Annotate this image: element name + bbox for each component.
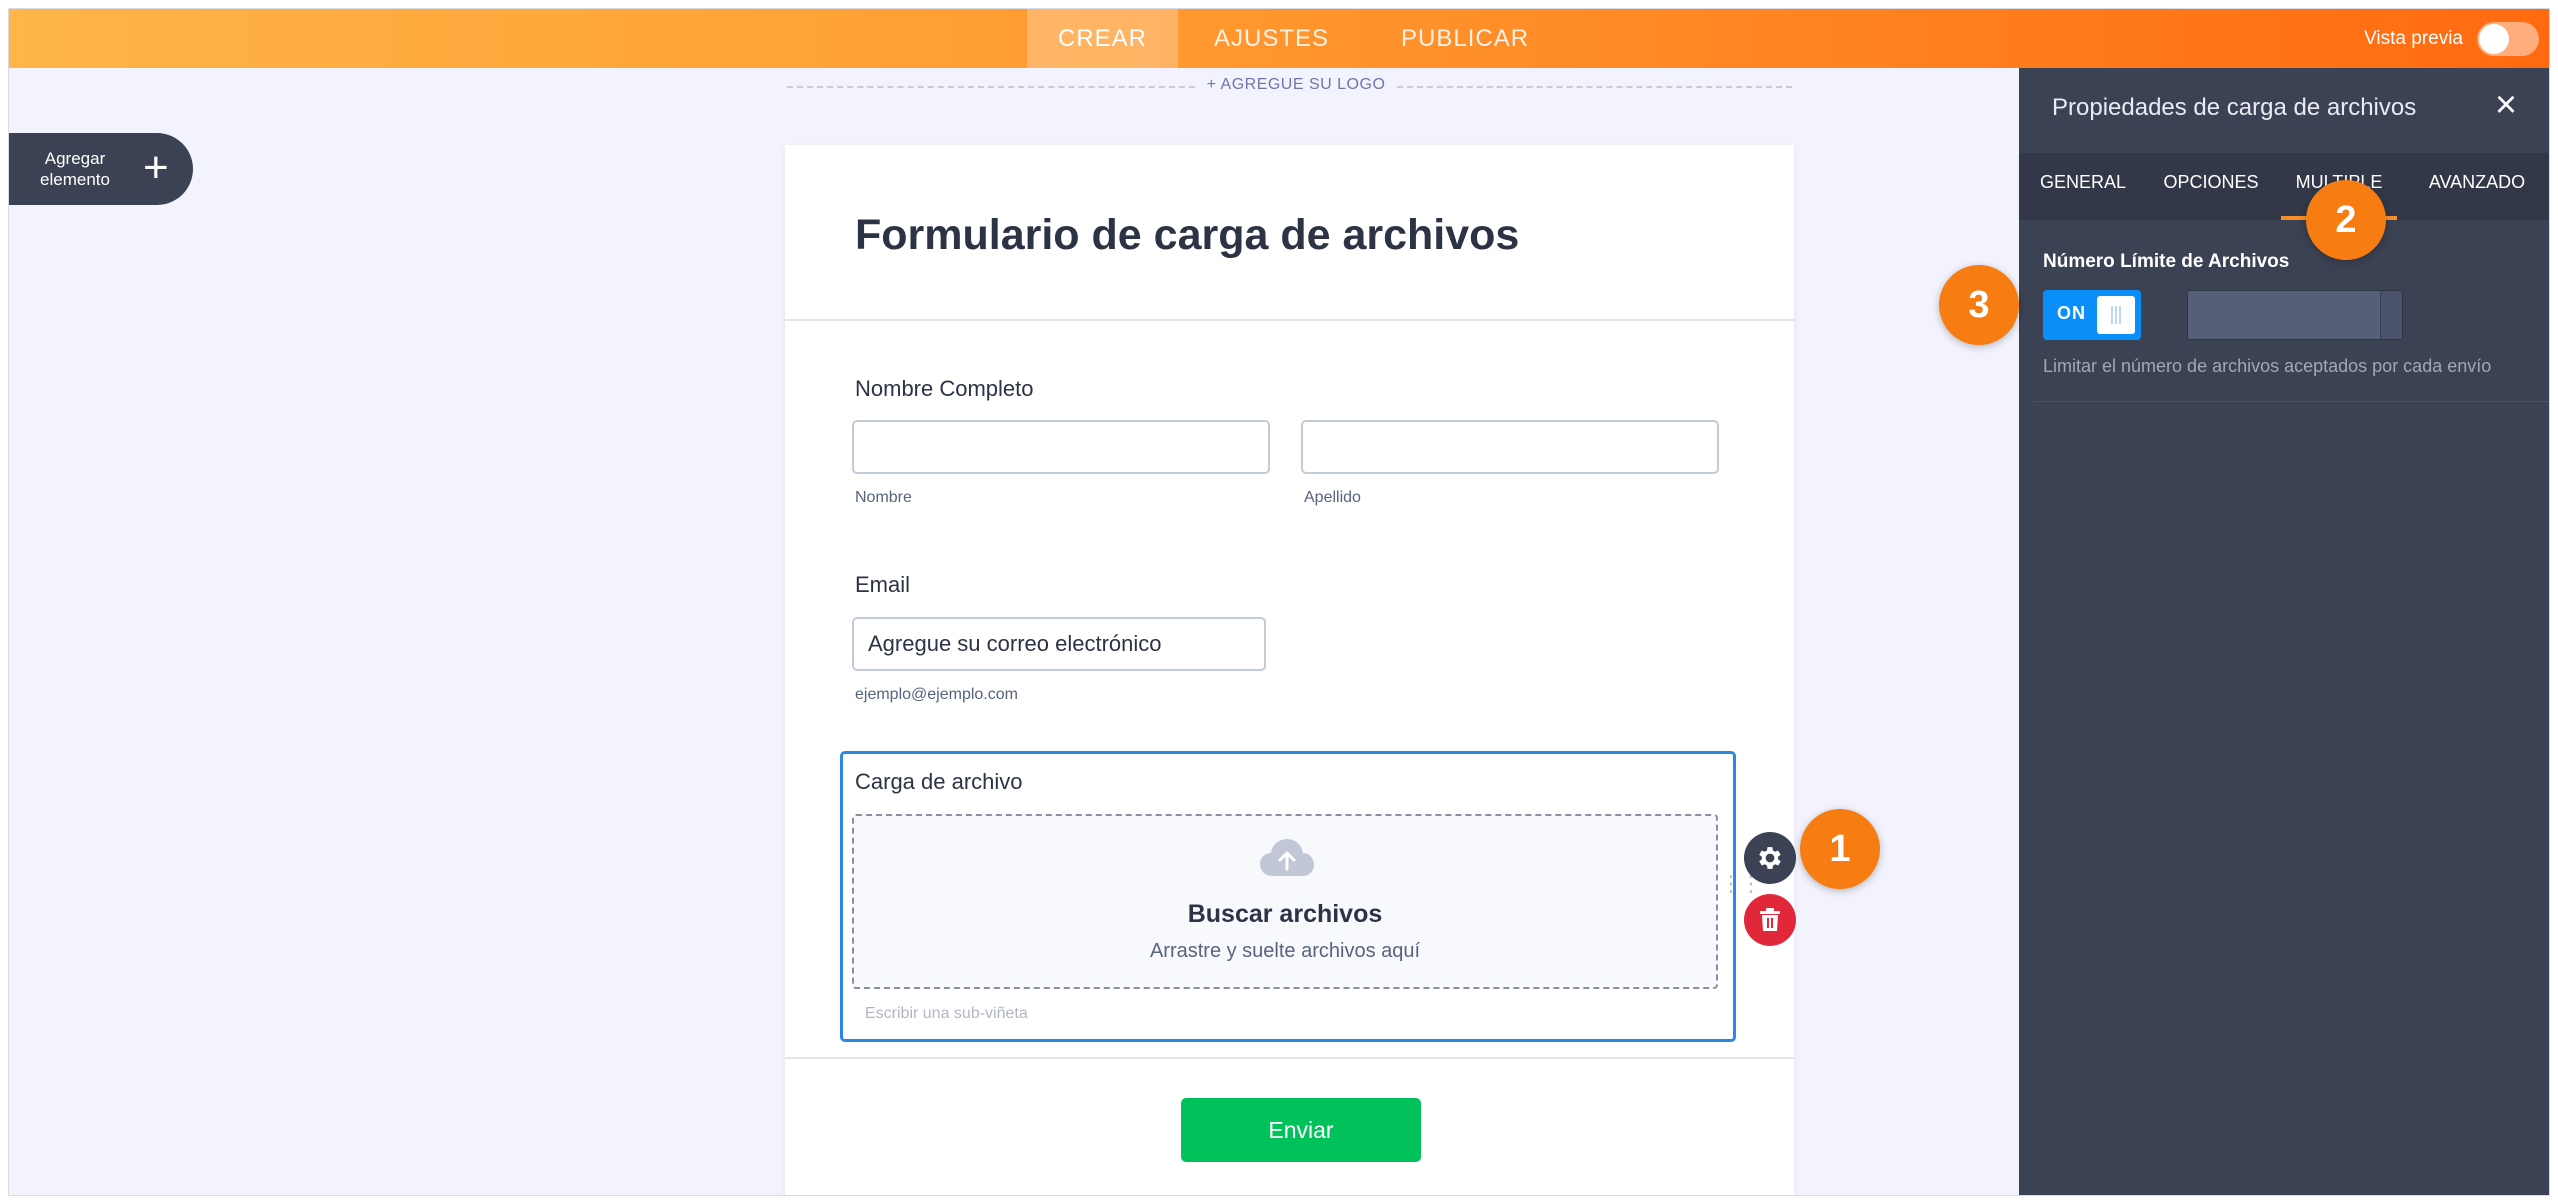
file-limit-input[interactable] <box>2187 290 2403 340</box>
email-label[interactable]: Email <box>855 572 910 598</box>
field-delete-button[interactable] <box>1744 894 1796 946</box>
toggle-on-text: ON <box>2057 303 2086 323</box>
app-window: CREAR AJUSTES PUBLICAR Vista previa + AG… <box>8 8 2550 1196</box>
file-limit-spinner[interactable] <box>2380 291 2402 339</box>
cloud-upload-icon <box>1260 839 1314 876</box>
field-settings-button[interactable] <box>1744 832 1796 884</box>
logo-divider-right <box>1397 86 1792 88</box>
preview-control: Vista previa <box>2364 9 2539 68</box>
logo-divider-left <box>787 86 1195 88</box>
email-sublabel: ejemplo@ejemplo.com <box>855 686 1018 703</box>
step-badge-3: 3 <box>1939 265 2019 345</box>
sublabel-input[interactable]: Escribir una sub-viñeta <box>865 1005 1028 1023</box>
add-element-label: Agregar elemento <box>9 148 141 190</box>
top-nav: CREAR AJUSTES PUBLICAR <box>1027 9 1565 68</box>
top-bar: CREAR AJUSTES PUBLICAR Vista previa <box>9 9 2549 68</box>
toggle-knob <box>2097 296 2135 334</box>
close-icon[interactable]: × <box>2489 86 2523 124</box>
panel-title: Propiedades de carga de archivos <box>2052 94 2417 121</box>
plus-icon: + <box>143 143 169 192</box>
form-title[interactable]: Formulario de carga de archivos <box>855 211 1519 260</box>
add-logo-link[interactable]: + AGREGUE SU LOGO <box>1201 76 1391 94</box>
panel-tab-opciones[interactable]: OPCIONES <box>2147 153 2275 220</box>
browse-files-title[interactable]: Buscar archivos <box>854 900 1716 929</box>
add-element-button[interactable]: Agregar elemento + <box>9 133 193 205</box>
properties-panel: Propiedades de carga de archivos × GENER… <box>2019 68 2549 1195</box>
file-limit-toggle[interactable]: ON <box>2043 290 2141 340</box>
panel-tab-avanzado[interactable]: AVANZADO <box>2403 153 2549 220</box>
trash-icon <box>1760 908 1780 931</box>
first-name-input[interactable] <box>852 420 1270 474</box>
add-element-label-line1: Agregar <box>44 149 106 168</box>
preview-label: Vista previa <box>2364 27 2463 49</box>
file-limit-description: Limitar el número de archivos aceptados … <box>2043 356 2492 376</box>
panel-tabs: GENERAL OPCIONES MULTIPLE AVANZADO <box>2019 153 2549 220</box>
last-name-input[interactable] <box>1301 420 1719 474</box>
tab-crear[interactable]: CREAR <box>1027 9 1178 68</box>
file-upload-label[interactable]: Carga de archivo <box>855 769 1023 795</box>
panel-tab-general[interactable]: GENERAL <box>2019 153 2147 220</box>
step-badge-1: 1 <box>1800 809 1880 889</box>
drag-handle-icon[interactable]: ⋮⋮ <box>1720 873 1762 895</box>
gear-icon <box>1759 847 1781 869</box>
preview-toggle-knob <box>2479 23 2509 54</box>
file-limit-title: Número Límite de Archivos <box>2043 251 2290 272</box>
form-card: Formulario de carga de archivos Nombre C… <box>785 145 1794 1195</box>
tab-ajustes[interactable]: AJUSTES <box>1178 9 1365 68</box>
drag-drop-hint: Arrastre y suelte archivos aquí <box>1149 940 1421 962</box>
panel-divider <box>2033 401 2549 402</box>
tab-publicar[interactable]: PUBLICAR <box>1365 9 1565 68</box>
full-name-label[interactable]: Nombre Completo <box>855 376 1034 402</box>
submit-button[interactable]: Enviar <box>1181 1098 1421 1162</box>
preview-toggle[interactable] <box>2477 21 2539 56</box>
last-name-sublabel: Apellido <box>1304 489 1361 506</box>
email-field[interactable]: Agregue su correo electrónico <box>852 617 1266 671</box>
add-element-label-line2: elemento <box>40 170 110 189</box>
submit-divider <box>785 1057 1794 1059</box>
file-drop-zone[interactable]: Buscar archivos Arrastre y suelte archiv… <box>852 814 1718 989</box>
title-divider <box>785 319 1794 321</box>
step-badge-2: 2 <box>2306 180 2386 260</box>
first-name-sublabel: Nombre <box>855 489 912 506</box>
